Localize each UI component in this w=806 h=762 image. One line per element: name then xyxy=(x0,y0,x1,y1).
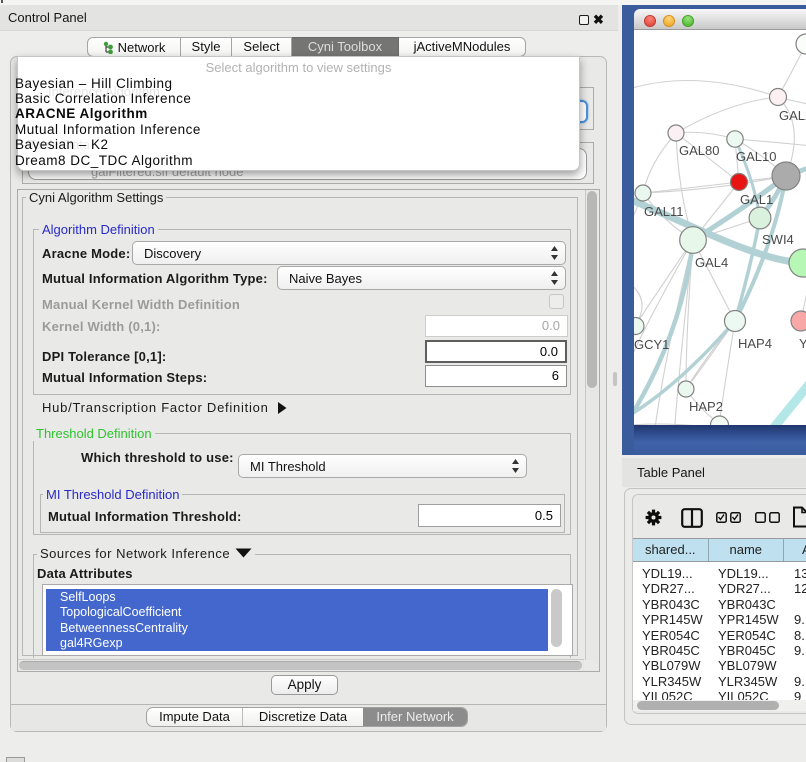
svg-text:GAL80: GAL80 xyxy=(679,143,719,158)
svg-text:GAL4: GAL4 xyxy=(695,255,728,270)
svg-text:YJ: YJ xyxy=(799,336,806,351)
svg-text:GCY1: GCY1 xyxy=(634,337,669,352)
svg-text:GAL10: GAL10 xyxy=(736,149,776,164)
svg-text:GAL1: GAL1 xyxy=(740,192,773,207)
svg-text:GAL11: GAL11 xyxy=(644,204,684,219)
svg-text:GAL2: GAL2 xyxy=(779,108,806,123)
svg-text:HAP2: HAP2 xyxy=(689,399,723,414)
svg-text:HAP4: HAP4 xyxy=(738,336,772,351)
svg-text:SWI4: SWI4 xyxy=(762,232,794,247)
